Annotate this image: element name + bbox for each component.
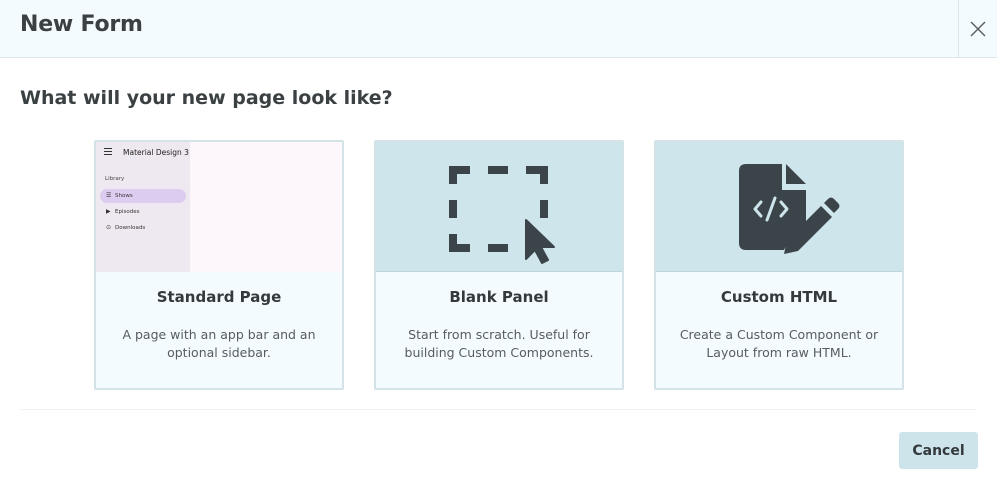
preview-nav-label: Shows [115, 193, 133, 199]
close-icon [970, 21, 986, 36]
footer-divider [20, 409, 977, 410]
play-icon: ▶ [106, 208, 111, 215]
option-title: Standard Page [156, 288, 282, 306]
blank-panel-option[interactable]: Blank Panel Start from scratch. Useful f… [374, 140, 624, 390]
preview-nav-item: ▶ Episodes [100, 205, 186, 219]
standard-page-preview: Material Design 3 Library ☰ Shows ▶ Epis… [96, 142, 342, 272]
page-question: What will your new page look like? [20, 87, 393, 109]
preview-section-label: Library [105, 176, 125, 182]
option-title: Custom HTML [720, 288, 838, 306]
preview-app-title: Material Design 3 [123, 148, 189, 157]
preview-nav-item: ⊙ Downloads [100, 221, 186, 235]
preview-nav-item: ☰ Shows [100, 189, 186, 203]
menu-icon [104, 148, 112, 156]
option-description: A page with an app bar and an optional s… [122, 327, 316, 360]
list-icon: ☰ [106, 192, 112, 199]
preview-canvas: Material Design 3 Library ☰ Shows ▶ Epis… [96, 142, 342, 272]
standard-page-option[interactable]: Material Design 3 Library ☰ Shows ▶ Epis… [94, 140, 344, 390]
preview-nav-label: Downloads [115, 225, 146, 231]
option-description: Create a Custom Component or Layout from… [679, 327, 879, 360]
dashed-selection-cursor-icon [449, 166, 555, 264]
code-file-edit-icon [739, 164, 840, 254]
download-icon: ⊙ [106, 224, 112, 231]
cancel-button[interactable]: Cancel [899, 432, 978, 469]
preview-nav-label: Episodes [115, 209, 140, 215]
option-description: Start from scratch. Useful for building … [404, 327, 594, 360]
close-button[interactable] [959, 0, 997, 57]
dialog-header: New Form [0, 0, 997, 58]
custom-html-option[interactable]: Custom HTML Create a Custom Component or… [654, 140, 904, 390]
custom-html-preview [656, 142, 902, 272]
dialog-title: New Form [20, 12, 143, 37]
preview-app-bar: Material Design 3 [96, 142, 342, 164]
blank-panel-preview [376, 142, 622, 272]
option-title: Blank Panel [449, 288, 549, 306]
